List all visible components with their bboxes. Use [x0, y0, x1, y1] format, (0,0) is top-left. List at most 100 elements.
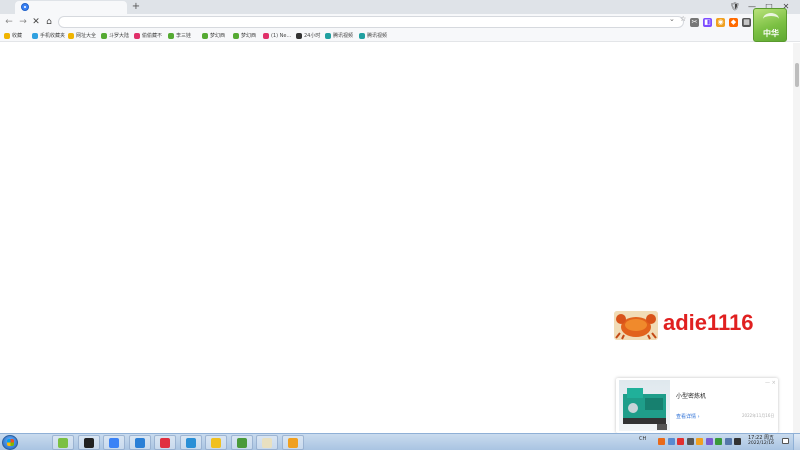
ad-popup[interactable]: — × 小型密炼机 查看详情 › 2022年11月16日 — [616, 378, 778, 433]
bookmarks-bar: 收藏 手机收藏夹 网址大全 斗罗大陆 偷偷藏不 李三娃 梦幻西 梦幻西 (1) Ne... 24小… — [0, 30, 800, 42]
ad-machine-image[interactable] — [619, 380, 670, 431]
taskbar-app-7[interactable] — [205, 435, 227, 450]
address-bar[interactable] — [58, 16, 684, 28]
windows-logo-icon — [7, 439, 14, 446]
taskbar-app-2[interactable] — [77, 435, 100, 450]
avatar-label: 中华 — [763, 29, 779, 38]
new-tab-button[interactable]: + — [130, 0, 142, 13]
app-icon — [58, 437, 68, 448]
scissors-icon[interactable]: ✂ — [690, 18, 699, 27]
app-icon — [83, 437, 94, 448]
bookmark-label: 梦幻西 — [241, 33, 257, 39]
bookmark-item[interactable]: 偷偷藏不 — [134, 31, 162, 41]
watermark-text: adie1116 — [663, 310, 754, 335]
bookmark-label: 腾讯视频 — [333, 33, 354, 39]
bookmark-item[interactable]: 腾讯视频 — [325, 31, 353, 41]
scrollbar-thumb[interactable] — [795, 63, 799, 87]
tray-icon[interactable] — [734, 438, 741, 445]
bookmark-item[interactable]: 24小时 — [296, 31, 320, 41]
stop-loading-button[interactable]: ✕ — [30, 16, 42, 28]
app-icon — [134, 437, 145, 448]
taskbar-app-9[interactable] — [256, 435, 278, 450]
bookmark-label: 梦幻西 — [210, 33, 226, 39]
bookmark-item[interactable]: 手机收藏夹 — [32, 31, 65, 41]
app-icon — [236, 437, 247, 448]
navigation-bar: ← → ✕ ⌂ ⌄ ☆ ✂ ◧ ◉ ◆ ▦ — [0, 14, 800, 30]
page-icon — [263, 33, 269, 39]
bookmark-label: 网址大全 — [76, 33, 97, 39]
app-icon — [262, 437, 272, 448]
bookmark-item[interactable]: 收藏 — [4, 31, 22, 41]
tray-icon[interactable] — [715, 438, 722, 445]
show-desktop-button[interactable] — [793, 434, 800, 450]
tray-icon[interactable] — [724, 438, 732, 445]
tab-favicon-icon — [21, 3, 29, 11]
start-button[interactable] — [2, 435, 18, 450]
page-icon — [134, 33, 140, 39]
taskbar — [0, 433, 800, 450]
tray-icon[interactable] — [696, 438, 703, 445]
bookmark-star-icon[interactable]: ☆ — [680, 15, 686, 23]
shield-icon[interactable]: 🛡 — [728, 0, 742, 13]
bookmark-label: 收藏 — [12, 33, 23, 39]
ad-details-link[interactable]: 查看详情 › — [676, 413, 700, 420]
app-icon — [109, 437, 119, 448]
taskbar-app-3[interactable] — [103, 435, 125, 450]
app-icon — [287, 437, 298, 448]
tray-icon[interactable] — [667, 438, 675, 445]
gamepad-icon[interactable]: ◆ — [729, 18, 738, 27]
ad-title[interactable]: 小型密炼机 — [676, 391, 706, 400]
taskbar-app-8[interactable] — [230, 435, 253, 450]
leaf-icon — [101, 33, 107, 39]
user-avatar[interactable]: 中华 — [753, 8, 787, 42]
taskbar-app-5[interactable] — [154, 435, 176, 450]
leaf-icon — [233, 33, 239, 39]
app-icon — [160, 437, 170, 448]
browser-tab[interactable] — [15, 1, 127, 14]
tray-icon[interactable] — [658, 438, 665, 445]
ad-date: 2022年11月16日 — [742, 413, 775, 418]
globe-icon — [68, 33, 74, 39]
leaf-icon — [168, 33, 174, 39]
app-icon — [211, 437, 221, 448]
bookmark-item[interactable]: 斗罗大陆 — [101, 31, 129, 41]
m-icon — [296, 33, 302, 39]
tray-icon[interactable] — [705, 438, 713, 445]
phone-icon — [32, 33, 38, 39]
leaf-icon — [202, 33, 208, 39]
bookmark-label: 手机收藏夹 — [40, 33, 66, 39]
ext-orange-icon[interactable]: ◉ — [716, 18, 725, 27]
app-icon — [185, 437, 196, 448]
bookmark-item[interactable]: (1) Ne... — [263, 31, 291, 41]
back-button[interactable]: ← — [3, 16, 15, 28]
input-method-indicator[interactable]: CH — [639, 436, 646, 442]
ext-purple-icon[interactable]: ◧ — [703, 18, 712, 27]
clock-date[interactable]: 2022/12/16 — [748, 441, 774, 446]
bookmark-item[interactable]: 网址大全 — [68, 31, 96, 41]
tray-icon[interactable] — [686, 438, 694, 445]
chevron-down-icon[interactable]: ⌄ — [669, 15, 675, 23]
taskbar-app-6[interactable] — [179, 435, 202, 450]
bookmark-item[interactable]: 梦幻西 — [202, 31, 225, 41]
ad-close-button[interactable]: — × — [765, 380, 776, 386]
bookmark-label: 24小时 — [304, 33, 321, 39]
clock-time[interactable]: 17:22 周五 — [748, 434, 774, 441]
bookmark-label: 李三娃 — [176, 33, 192, 39]
bookmark-item[interactable]: 腾讯视频 — [359, 31, 387, 41]
scrollbar-track[interactable] — [793, 43, 800, 433]
bookmark-label: 偷偷藏不 — [142, 33, 163, 39]
taskbar-app-4[interactable] — [128, 435, 151, 450]
bookmark-label: 斗罗大陆 — [109, 33, 130, 39]
taskbar-app-10[interactable] — [281, 435, 304, 450]
home-button[interactable]: ⌂ — [43, 16, 55, 28]
bookmark-item[interactable]: 梦幻西 — [233, 31, 256, 41]
bookmark-label: 腾讯视频 — [367, 33, 388, 39]
bookmark-item[interactable]: 李三娃 — [168, 31, 191, 41]
notification-icon[interactable] — [782, 438, 789, 444]
taskbar-app-1[interactable] — [52, 435, 74, 450]
grid-icon[interactable]: ▦ — [742, 18, 751, 27]
tab-strip: + 🛡 — □ ✕ — [0, 0, 800, 14]
forward-button[interactable]: → — [17, 16, 29, 28]
bookmark-label: (1) Ne... — [271, 33, 292, 39]
tray-icon[interactable] — [677, 438, 684, 445]
